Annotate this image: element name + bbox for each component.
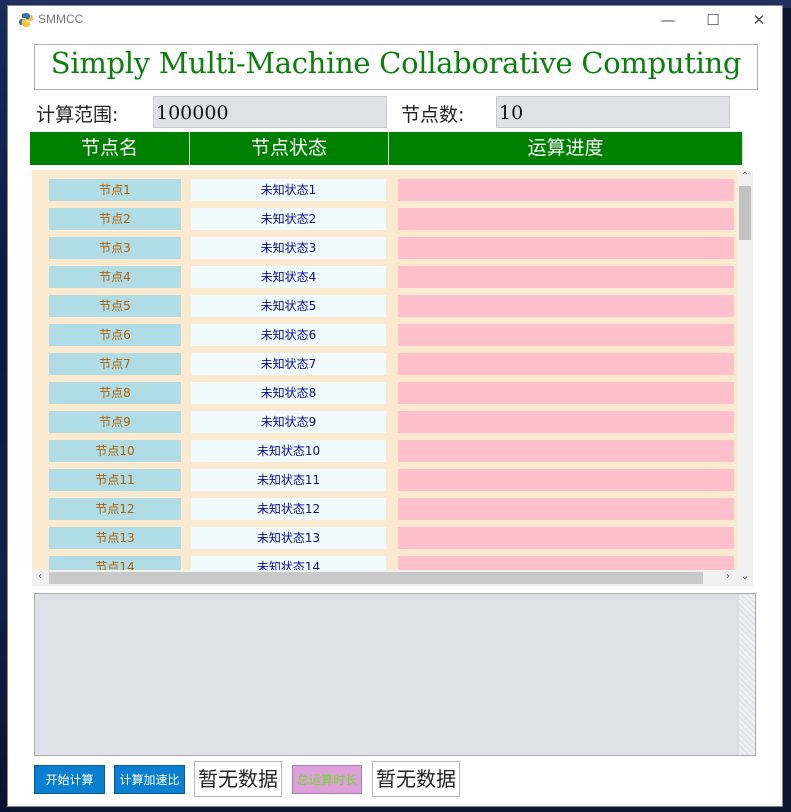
python-app-icon: [19, 13, 33, 27]
node-status-cell: 未知状态5: [191, 295, 386, 317]
node-name-cell: 节点10: [49, 440, 181, 462]
node-name-cell: 节点6: [49, 324, 181, 346]
node-table: 节点1 未知状态1 节点2 未知状态2 节点3 未知状态3 节点4 未知状态4 节点5 未知状态5…: [32, 170, 753, 586]
horizontal-scrollbar[interactable]: ‹ › ⌄: [32, 570, 753, 586]
node-status-cell: 未知状态14: [191, 556, 386, 570]
table-row: 节点8 未知状态8: [32, 382, 737, 404]
table-row: 节点11 未知状态11: [32, 469, 737, 491]
log-output[interactable]: [34, 593, 756, 756]
node-status-cell: 未知状态2: [191, 208, 386, 230]
node-status-cell: 未知状态4: [191, 266, 386, 288]
scroll-up-icon[interactable]: ⌃: [737, 171, 753, 182]
node-name-cell: 节点13: [49, 527, 181, 549]
banner-title: Simply Multi-Machine Collaborative Compu…: [50, 46, 742, 80]
table-row: 节点5 未知状态5: [32, 295, 737, 317]
node-status-cell: 未知状态1: [191, 179, 386, 201]
node-name-cell: 节点1: [49, 179, 181, 201]
table-row: 节点2 未知状态2: [32, 208, 737, 230]
header-node-name: 节点名: [30, 132, 190, 165]
node-progress-bar: [398, 411, 734, 433]
node-progress-bar: [398, 556, 734, 570]
node-progress-bar: [398, 295, 734, 317]
node-status-cell: 未知状态9: [191, 411, 386, 433]
horizontal-scroll-thumb[interactable]: [49, 572, 703, 584]
node-name-cell: 节点3: [49, 237, 181, 259]
node-status-cell: 未知状态3: [191, 237, 386, 259]
table-row: 节点9 未知状态9: [32, 411, 737, 433]
table-row: 节点12 未知状态12: [32, 498, 737, 520]
node-progress-bar: [398, 237, 734, 259]
vertical-scroll-thumb[interactable]: [739, 186, 751, 240]
node-name-cell: 节点12: [49, 498, 181, 520]
table-row: 节点10 未知状态10: [32, 440, 737, 462]
window-title: SMMCC: [38, 12, 84, 26]
scroll-right-icon[interactable]: ›: [720, 571, 736, 582]
node-progress-bar: [398, 382, 734, 404]
close-button[interactable]: ✕: [737, 8, 781, 32]
node-name-cell: 节点8: [49, 382, 181, 404]
table-row: 节点13 未知状态13: [32, 527, 737, 549]
start-compute-button[interactable]: 开始计算: [34, 765, 105, 794]
node-name-cell: 节点5: [49, 295, 181, 317]
node-status-cell: 未知状态12: [191, 498, 386, 520]
node-progress-bar: [398, 266, 734, 288]
header-progress: 运算进度: [389, 132, 743, 165]
node-progress-bar: [398, 498, 734, 520]
node-status-cell: 未知状态6: [191, 324, 386, 346]
node-progress-bar: [398, 353, 734, 375]
title-bar[interactable]: SMMCC — ☐ ✕: [8, 6, 782, 34]
log-scrollbar[interactable]: [739, 594, 755, 755]
range-label: 计算范围:: [36, 104, 119, 126]
node-name-cell: 节点2: [49, 208, 181, 230]
node-status-cell: 未知状态8: [191, 382, 386, 404]
table-row: 节点3 未知状态3: [32, 237, 737, 259]
minimize-button[interactable]: —: [646, 8, 690, 32]
node-progress-bar: [398, 208, 734, 230]
speedup-data-display: 暂无数据: [194, 761, 282, 797]
app-banner: Simply Multi-Machine Collaborative Compu…: [34, 44, 758, 90]
table-row: 节点4 未知状态4: [32, 266, 737, 288]
node-status-cell: 未知状态10: [191, 440, 386, 462]
node-status-cell: 未知状态13: [191, 527, 386, 549]
node-status-cell: 未知状态11: [191, 469, 386, 491]
header-node-status: 节点状态: [190, 132, 389, 165]
speedup-ratio-button[interactable]: 计算加速比: [114, 765, 185, 794]
node-progress-bar: [398, 324, 734, 346]
scroll-down-icon[interactable]: ⌄: [737, 571, 753, 582]
range-input[interactable]: 100000: [153, 96, 387, 128]
node-status-cell: 未知状态7: [191, 353, 386, 375]
node-name-cell: 节点4: [49, 266, 181, 288]
table-row: 节点1 未知状态1: [32, 179, 737, 201]
node-name-cell: 节点11: [49, 469, 181, 491]
total-time-button[interactable]: 总运算时长: [292, 765, 362, 794]
table-row: 节点14 未知状态14: [32, 556, 737, 570]
app-window: SMMCC — ☐ ✕ Simply Multi-Machine Collabo…: [8, 6, 782, 806]
node-progress-bar: [398, 179, 734, 201]
node-name-cell: 节点14: [49, 556, 181, 570]
node-progress-bar: [398, 469, 734, 491]
scroll-left-icon[interactable]: ‹: [32, 571, 48, 582]
node-progress-bar: [398, 527, 734, 549]
table-row: 节点6 未知状态6: [32, 324, 737, 346]
node-name-cell: 节点7: [49, 353, 181, 375]
node-rows: 节点1 未知状态1 节点2 未知状态2 节点3 未知状态3 节点4 未知状态4 节点5 未知状态5…: [32, 170, 737, 570]
vertical-scrollbar[interactable]: ⌃: [737, 170, 753, 570]
node-name-cell: 节点9: [49, 411, 181, 433]
nodes-label: 节点数:: [401, 104, 465, 126]
total-time-data-display: 暂无数据: [372, 761, 460, 797]
maximize-button[interactable]: ☐: [691, 8, 735, 32]
nodes-input[interactable]: 10: [496, 96, 730, 128]
node-progress-bar: [398, 440, 734, 462]
table-row: 节点7 未知状态7: [32, 353, 737, 375]
